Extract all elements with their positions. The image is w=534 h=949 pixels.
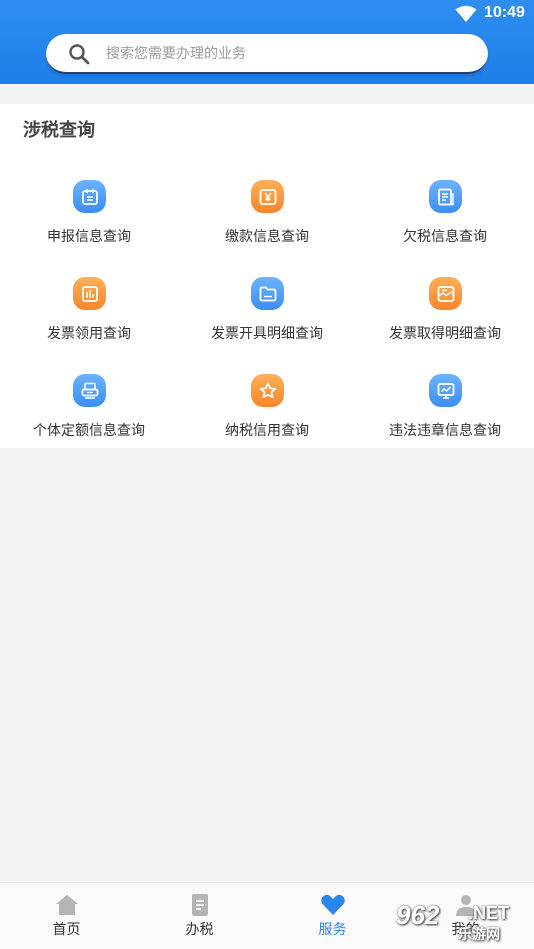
invoice-chart-icon [73, 277, 106, 310]
watermark-site: 乐游网 [458, 927, 500, 943]
grid-item-label: 申报信息查询 [47, 229, 131, 245]
clipboard-icon [192, 894, 208, 916]
nav-item-service[interactable]: 服务 [266, 883, 399, 949]
grid-item-label: 欠税信息查询 [403, 229, 487, 245]
section-title: 涉税查询 [23, 120, 95, 141]
grid-item-label: 发票领用查询 [47, 326, 131, 342]
grid-item-violation-query[interactable]: 违法违章信息查询 [356, 360, 534, 456]
home-icon [56, 895, 78, 915]
search-bar[interactable] [46, 34, 488, 74]
grid-item-tax-credit-query[interactable]: 纳税信用查询 [178, 360, 356, 456]
calendar-icon [73, 180, 106, 213]
grid-item-fixed-quota-query[interactable]: 个体定额信息查询 [0, 360, 178, 456]
folder-icon [251, 277, 284, 310]
grid-item-payment-query[interactable]: 缴款信息查询 [178, 166, 356, 262]
grid-item-label: 发票取得明细查询 [389, 326, 501, 342]
monitor-icon [429, 374, 462, 407]
grid-item-label: 纳税信用查询 [225, 423, 309, 439]
tax-query-panel: 涉税查询 申报信息查询 缴款信息查询 欠税信息查询 发票领用查询 发票开具明细查… [0, 104, 534, 448]
star-icon [251, 374, 284, 407]
nav-item-tax[interactable]: 办税 [133, 883, 266, 949]
status-bar: 10:49 [0, 0, 534, 28]
grid-item-label: 发票开具明细查询 [211, 326, 323, 342]
grid-item-invoice-issued-query[interactable]: 发票开具明细查询 [178, 263, 356, 359]
nav-item-home[interactable]: 首页 [0, 883, 133, 949]
heart-icon [321, 894, 345, 915]
grid-item-label: 缴款信息查询 [225, 229, 309, 245]
grid-item-label: 个体定额信息查询 [33, 423, 145, 439]
search-icon [69, 44, 90, 65]
grid-item-invoice-received-query[interactable]: 发票取得明细查询 [356, 263, 534, 359]
printer-icon [73, 374, 106, 407]
watermark: 962 .NET 乐游网 [396, 900, 530, 944]
document-icon [429, 180, 462, 213]
grid-item-label: 违法违章信息查询 [389, 423, 501, 439]
header: 10:49 [0, 0, 534, 84]
watermark-number: 962 [396, 900, 440, 930]
yuan-icon [251, 180, 284, 213]
wifi-icon [455, 5, 477, 22]
grid-item-tax-arrears-query[interactable]: 欠税信息查询 [356, 166, 534, 262]
nav-label: 首页 [52, 922, 81, 938]
grid-item-invoice-usage-query[interactable]: 发票领用查询 [0, 263, 178, 359]
grid-item-declaration-query[interactable]: 申报信息查询 [0, 166, 178, 262]
watermark-net: .NET [468, 903, 510, 923]
nav-label: 办税 [185, 922, 214, 938]
status-time: 10:49 [484, 4, 525, 21]
nav-label: 服务 [318, 922, 347, 938]
envelope-icon [429, 277, 462, 310]
search-input[interactable] [106, 42, 466, 66]
